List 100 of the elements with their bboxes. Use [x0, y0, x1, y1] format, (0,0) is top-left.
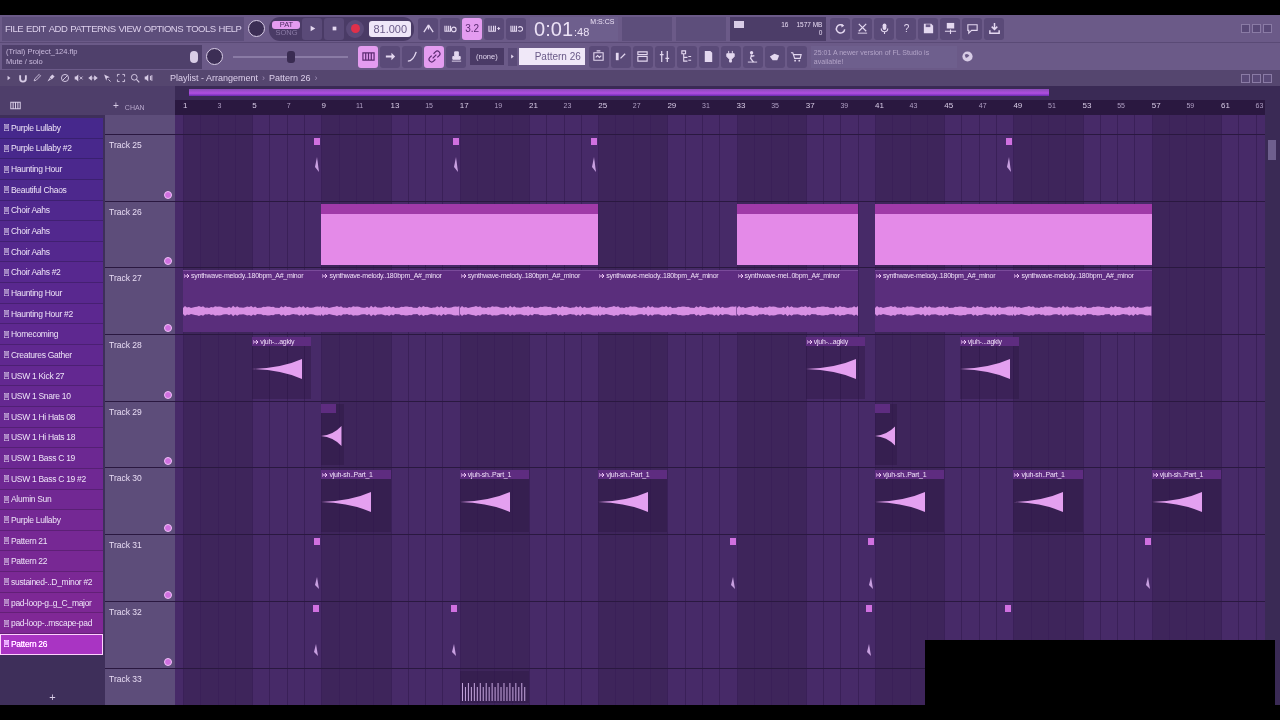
track-header[interactable]: Track 30 — [105, 468, 175, 535]
triangle-button[interactable] — [418, 17, 439, 40]
track-header[interactable]: Track 25 — [105, 135, 175, 201]
sliders-button[interactable] — [654, 45, 675, 68]
plug-button[interactable] — [720, 45, 741, 68]
track-handle[interactable] — [164, 257, 172, 266]
pattern-item[interactable]: Creatures Gather — [0, 345, 103, 366]
pattern-item[interactable]: pad-loop-g..g_C_major — [0, 592, 103, 614]
sample-clip[interactable] — [321, 403, 344, 466]
track-header[interactable]: Track 29 — [105, 401, 175, 468]
menu-item[interactable]: FILE — [5, 23, 24, 34]
master-slider[interactable] — [233, 50, 348, 63]
pattern-item[interactable]: Pattern 26 — [0, 634, 103, 655]
pattern-item[interactable]: Beautiful Chaos — [0, 179, 103, 201]
pattern-selector[interactable]: Pattern 26 — [518, 48, 585, 65]
cart-button[interactable] — [786, 45, 807, 68]
piano-keys-button[interactable] — [358, 45, 378, 68]
pattern-item[interactable]: Purple Lullaby — [0, 510, 103, 531]
pattern-item[interactable]: Pattern 22 — [0, 551, 103, 573]
track-header[interactable]: Track 27 — [105, 268, 175, 335]
pattern-item[interactable]: Pattern 21 — [0, 530, 103, 552]
globe-icon[interactable] — [960, 50, 974, 63]
speech-bubble-button[interactable] — [962, 17, 983, 40]
list-button[interactable] — [632, 45, 653, 68]
pattern-item[interactable]: Choir Aahs — [0, 241, 103, 263]
folder-tree-button[interactable] — [676, 45, 697, 68]
loop-bars-button[interactable] — [506, 17, 527, 40]
clock-bars-button[interactable] — [440, 17, 461, 40]
circle-arrow-button[interactable] — [830, 17, 851, 40]
play-button[interactable] — [302, 17, 323, 40]
floppy-arrows-button[interactable] — [940, 17, 961, 40]
pattern-item[interactable]: Choir Aahs — [0, 221, 103, 242]
sample-clip[interactable] — [875, 403, 898, 466]
pattern-item[interactable]: Haunting Hour — [0, 159, 103, 180]
microphone-button[interactable] — [874, 17, 895, 40]
breadcrumb-item[interactable]: Pattern 26 — [269, 73, 311, 83]
track-name: Track 30 — [109, 473, 142, 484]
pattern-item[interactable]: Choir Aahs — [0, 200, 103, 222]
track-handle[interactable] — [164, 657, 172, 666]
pattern-item[interactable]: Haunting Hour — [0, 283, 103, 304]
menu-item[interactable]: EDIT — [26, 23, 46, 34]
pattern-menu-button[interactable] — [507, 47, 517, 66]
hand-button[interactable] — [764, 45, 785, 68]
download-arrow-button[interactable] — [984, 17, 1005, 40]
pattern-item[interactable]: Purple Lullaby #2 — [0, 138, 103, 160]
add-track-button[interactable]: + — [113, 100, 119, 111]
menu-item[interactable]: TOOLS — [186, 23, 216, 34]
track-header[interactable]: Track 26 — [105, 201, 175, 268]
track-handle[interactable] — [164, 390, 172, 399]
stamp-button[interactable] — [446, 45, 466, 68]
timeline-overview[interactable] — [175, 86, 1265, 100]
steps-button[interactable] — [610, 45, 631, 68]
pattern-clip[interactable] — [321, 203, 599, 266]
scissors-button[interactable] — [852, 17, 873, 40]
link-button[interactable] — [424, 45, 444, 68]
document-button[interactable] — [698, 45, 719, 68]
track-header[interactable]: Track 28 — [105, 335, 175, 401]
floppy-disk-button[interactable] — [918, 17, 939, 40]
menu-item[interactable]: VIEW — [118, 23, 141, 34]
figure-button[interactable] — [742, 45, 763, 68]
pattern-item[interactable]: USW 1 Hi Hats 08 — [0, 406, 103, 428]
menu-item[interactable]: HELP — [218, 23, 242, 34]
track-handle[interactable] — [164, 457, 172, 466]
track-header[interactable]: Track 33 — [105, 668, 175, 705]
track-header[interactable]: Track 31 — [105, 535, 175, 601]
pattern-item[interactable]: Homecoming — [0, 324, 103, 346]
track-handle[interactable] — [164, 524, 172, 533]
curve-button[interactable] — [402, 45, 422, 68]
pattern-item[interactable]: USW 1 Snare 10 — [0, 386, 103, 407]
menu-item[interactable]: OPTIONS — [143, 23, 184, 34]
pitch-knob[interactable] — [206, 48, 223, 65]
help-button[interactable]: ? — [896, 17, 917, 40]
tempo-field[interactable]: 81.000 — [369, 20, 412, 37]
track-header[interactable]: Track 32 — [105, 601, 175, 668]
pattern-item[interactable]: Alumin Sun — [0, 489, 103, 511]
breadcrumb-item[interactable]: Playlist - Arrangement — [170, 73, 259, 83]
track-handle[interactable] — [164, 190, 172, 199]
track-handle[interactable] — [164, 324, 172, 333]
pattern-item[interactable]: USW 1 Bass C 19 #2 — [0, 468, 103, 490]
pattern-item[interactable]: USW 1 Hi Hats 18 — [0, 427, 103, 449]
slider-thumb[interactable] — [286, 50, 295, 63]
volume-knob[interactable] — [248, 20, 266, 37]
pattern-item[interactable]: sustained-..D_minor #2 — [0, 572, 103, 593]
right-arrow-button[interactable] — [380, 45, 400, 68]
countdown-button[interactable]: 3.2 — [462, 17, 483, 40]
menu-item[interactable]: PATTERNS — [70, 23, 116, 34]
stop-button[interactable] — [324, 17, 345, 40]
pattern-item[interactable]: pad-loop-..mscape-pad — [0, 613, 103, 634]
add-pattern-button[interactable]: + — [0, 691, 105, 705]
pattern-item[interactable]: Choir Aahs #2 — [0, 262, 103, 284]
track-handle[interactable] — [164, 590, 172, 599]
pattern-item[interactable]: USW 1 Kick 27 — [0, 365, 103, 387]
pattern-item[interactable]: Haunting Hour #2 — [0, 303, 103, 325]
menu-item[interactable]: ADD — [48, 23, 68, 34]
pattern-item[interactable]: Purple Lullaby — [0, 118, 103, 139]
pattern-clip[interactable] — [736, 203, 858, 266]
pattern-item[interactable]: USW 1 Bass C 19 — [0, 448, 103, 469]
piano-plus-button[interactable] — [484, 17, 505, 40]
pattern-clip[interactable] — [875, 203, 1152, 266]
window-button[interactable] — [588, 45, 609, 68]
